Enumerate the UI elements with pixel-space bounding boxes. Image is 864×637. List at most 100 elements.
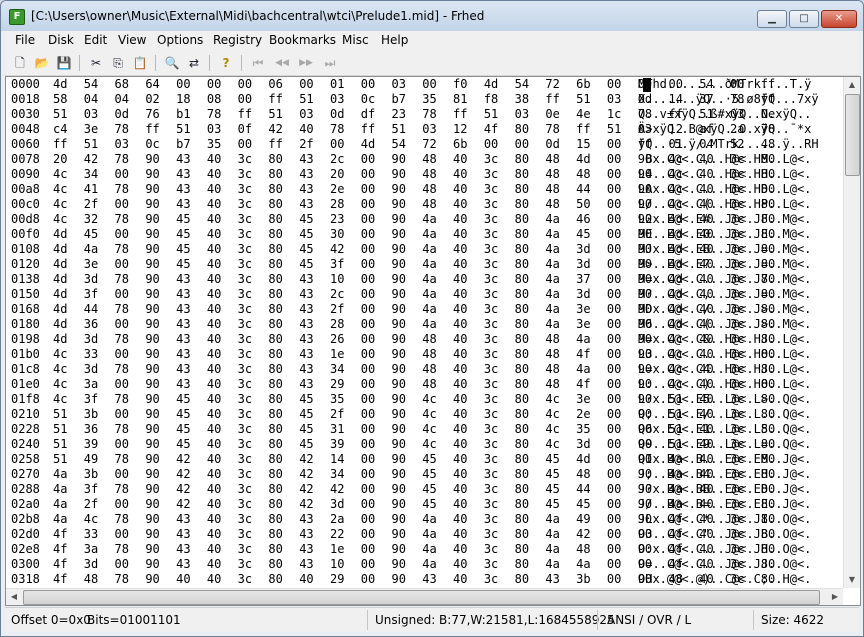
scroll-down-icon[interactable]: ▼ — [844, 572, 860, 588]
hex-bytes[interactable]: 4d 4a 78 90 45 40 3c 80 45 42 00 90 4a 4… — [53, 242, 775, 257]
ascii-text[interactable]: M=x.C@<.C...J@<.J7..M@<. — [638, 272, 838, 287]
ascii-text[interactable]: J?x.B@<.BB..E@<.ED..J@<. — [638, 482, 838, 497]
hex-line[interactable]: 0270 4a 3b 00 90 42 40 3c 80 42 34 00 90 … — [11, 467, 838, 482]
ascii-text[interactable]: Q;..E@<.E/..L@<.L...Q@<. — [638, 407, 838, 422]
maximize-button[interactable]: □ — [789, 10, 819, 28]
vertical-scrollbar[interactable]: ▲ ▼ — [843, 77, 860, 588]
hex-bytes[interactable]: 4a 4c 78 90 43 40 3c 80 43 2a 00 90 4a 4… — [53, 512, 775, 527]
hex-line[interactable]: 0108 4d 4a 78 90 45 40 3c 80 45 42 00 90 … — [11, 242, 838, 257]
hex-editor-view[interactable]: 0000 4d 54 68 64 00 00 00 06 00 01 00 03 … — [5, 76, 861, 606]
new-file-icon[interactable]: 🗋 — [11, 54, 29, 72]
ascii-text[interactable]: ME..E@<.E0..J@<.JE..M@<. — [638, 227, 838, 242]
hex-line[interactable]: 01b0 4c 33 00 90 43 40 3c 80 43 1e 00 90 … — [11, 347, 838, 362]
ascii-text[interactable]: MJx.E@<.EB..J@<.J=..M@<. — [638, 242, 838, 257]
ascii-text[interactable]: L4..C@<.C ..H@<.HH..L@<. — [638, 167, 838, 182]
find-icon[interactable]: 🔍 — [163, 54, 181, 72]
menu-bookmarks[interactable]: Bookmarks — [269, 33, 336, 47]
hex-bytes[interactable]: 4c 34 00 90 43 40 3c 80 43 20 00 90 48 4… — [53, 167, 775, 182]
hex-line[interactable]: 02e8 4f 3a 78 90 43 40 3c 80 43 1e 00 90 … — [11, 542, 838, 557]
save-icon[interactable]: 💾 — [55, 54, 73, 72]
ascii-text[interactable]: L3..C@<.C...H@<.HO..L@<. — [638, 347, 838, 362]
hex-line[interactable]: 0198 4d 3d 78 90 43 40 3c 80 43 26 00 90 … — [11, 332, 838, 347]
hex-line[interactable]: 0048 c4 3e 78 ff 51 03 0f 42 40 78 ff 51 … — [11, 122, 838, 137]
hex-bytes[interactable]: ff 51 03 0c b7 35 00 ff 2f 00 4d 54 72 6… — [53, 137, 775, 152]
hex-line[interactable]: 0300 4f 3d 00 90 43 40 3c 80 43 10 00 90 … — [11, 557, 838, 572]
menu-misc[interactable]: Misc — [342, 33, 369, 47]
hex-bytes[interactable]: 4f 48 78 90 40 40 3c 80 40 29 00 90 43 4… — [53, 572, 775, 587]
menu-disk[interactable]: Disk — [48, 33, 74, 47]
hex-line[interactable]: 0258 51 49 78 90 42 40 3c 80 42 14 00 90 … — [11, 452, 838, 467]
ascii-text[interactable]: JLx.C@<.C*..J@<.JI..O@<. — [638, 512, 838, 527]
hex-line[interactable]: 0060 ff 51 03 0c b7 35 00 ff 2f 00 4d 54 … — [11, 137, 838, 152]
ascii-text[interactable]: OHx.@@<.@)..C@<.C;..H@<. — [638, 572, 838, 587]
hex-bytes[interactable]: 4a 2f 00 90 42 40 3c 80 42 3d 00 90 45 4… — [53, 497, 775, 512]
hex-line[interactable]: 01c8 4c 3d 78 90 43 40 3c 80 43 34 00 90 … — [11, 362, 838, 377]
hex-line[interactable]: 02b8 4a 4c 78 90 43 40 3c 80 43 2a 00 90 … — [11, 512, 838, 527]
hex-line[interactable]: 0138 4d 3d 78 90 43 40 3c 80 43 10 00 90 … — [11, 272, 838, 287]
previous-bookmark-icon[interactable]: ◀◀ — [273, 54, 291, 72]
copy-icon[interactable]: ⎘ — [109, 54, 127, 72]
ascii-text[interactable]: L2x.E@<.E#..J@<.JF..M@<. — [638, 212, 838, 227]
hex-line[interactable]: 0210 51 3b 00 90 45 40 3c 80 45 2f 00 90 … — [11, 407, 838, 422]
hex-line[interactable]: 0000 4d 54 68 64 00 00 00 06 00 01 00 03 … — [11, 77, 838, 92]
title-bar[interactable]: F [C:\Users\owner\Music\External\Midi\ba… — [1, 1, 863, 31]
hex-bytes[interactable]: 4d 54 68 64 00 00 00 06 00 01 00 03 00 f… — [53, 77, 775, 92]
hex-line[interactable]: 0120 4d 3e 00 90 45 40 3c 80 45 3f 00 90 … — [11, 257, 838, 272]
hex-line[interactable]: 0078 20 42 78 90 43 40 3c 80 43 2c 00 90 … — [11, 152, 838, 167]
hex-line[interactable]: 02a0 4a 2f 00 90 42 40 3c 80 42 3d 00 90 … — [11, 497, 838, 512]
ascii-text[interactable]: X.......ÿQ..·5.ø8ÿQ...7xÿ — [638, 92, 838, 107]
hex-line[interactable]: 01f8 4c 3f 78 90 45 40 3c 80 45 35 00 90 … — [11, 392, 838, 407]
hex-line[interactable]: 0018 58 04 04 02 18 08 00 ff 51 03 0c b7 … — [11, 92, 838, 107]
menu-edit[interactable]: Edit — [84, 33, 107, 47]
ascii-text[interactable]: QIx.B@<.B...E@<.EM..J@<. — [638, 452, 838, 467]
first-bookmark-icon[interactable]: ⏮ — [249, 54, 267, 72]
hex-bytes[interactable]: 51 03 0d 76 b1 78 ff 51 03 0d df 23 78 f… — [53, 107, 775, 122]
ascii-text[interactable]: MDx.C@<.C/..J@<.J>..M@<. — [638, 302, 838, 317]
hex-bytes[interactable]: 51 3b 00 90 45 40 3c 80 45 2f 00 90 4c 4… — [53, 407, 775, 422]
ascii-text[interactable]: M=x.C@<.C&..H@<.HJ..L@<. — [638, 332, 838, 347]
last-bookmark-icon[interactable]: ⏭ — [321, 54, 339, 72]
hex-line[interactable]: 01e0 4c 3a 00 90 43 40 3c 80 43 29 00 90 … — [11, 377, 838, 392]
cut-icon[interactable]: ✂ — [87, 54, 105, 72]
hex-line[interactable]: 0180 4d 36 00 90 43 40 3c 80 43 28 00 90 … — [11, 317, 838, 332]
hex-bytes[interactable]: 4d 36 00 90 43 40 3c 80 43 28 00 90 4a 4… — [53, 317, 775, 332]
hex-line[interactable]: 0240 51 39 00 90 45 40 3c 80 45 39 00 90 … — [11, 437, 838, 452]
hex-line[interactable]: 0288 4a 3f 78 90 42 40 3c 80 42 42 00 90 … — [11, 482, 838, 497]
open-folder-icon[interactable]: 📂 — [33, 54, 51, 72]
hex-line[interactable]: 0090 4c 34 00 90 43 40 3c 80 43 20 00 90 … — [11, 167, 838, 182]
hex-bytes[interactable]: 51 39 00 90 45 40 3c 80 45 39 00 90 4c 4… — [53, 437, 775, 452]
hex-bytes[interactable]: 4c 32 78 90 45 40 3c 80 45 23 00 90 4a 4… — [53, 212, 775, 227]
hex-line[interactable]: 00d8 4c 32 78 90 45 40 3c 80 45 23 00 90 … — [11, 212, 838, 227]
hex-bytes[interactable]: 4c 33 00 90 43 40 3c 80 43 1e 00 90 48 4… — [53, 347, 775, 362]
frhed-app-icon[interactable]: F — [9, 9, 25, 25]
ascii-text[interactable]: L?x.E@<.E5..L@<.L>..Q@<. — [638, 392, 838, 407]
vertical-scroll-thumb[interactable] — [845, 94, 860, 176]
hex-bytes[interactable]: 51 36 78 90 45 40 3c 80 45 31 00 90 4c 4… — [53, 422, 775, 437]
ascii-text[interactable]: MThd........ðMTrk....T.ÿ — [638, 77, 838, 92]
hex-bytes[interactable]: 4d 3f 00 90 43 40 3c 80 43 2c 00 90 4a 4… — [53, 287, 775, 302]
hex-bytes[interactable]: 4c 3f 78 90 45 40 3c 80 45 35 00 90 4c 4… — [53, 392, 775, 407]
hex-bytes[interactable]: 4a 3b 00 90 42 40 3c 80 42 34 00 90 45 4… — [53, 467, 775, 482]
hex-line[interactable]: 0150 4d 3f 00 90 43 40 3c 80 43 2c 00 90 … — [11, 287, 838, 302]
hex-bytes[interactable]: 4d 3e 00 90 45 40 3c 80 45 3f 00 90 4a 4… — [53, 257, 775, 272]
menu-registry[interactable]: Registry — [213, 33, 262, 47]
hex-line[interactable]: 0318 4f 48 78 90 40 40 3c 80 40 29 00 90 … — [11, 572, 838, 587]
menu-options[interactable]: Options — [157, 33, 203, 47]
menu-view[interactable]: View — [118, 33, 146, 47]
hex-bytes[interactable]: c4 3e 78 ff 51 03 0f 42 40 78 ff 51 03 1… — [53, 122, 775, 137]
ascii-text[interactable]: J;..B@<.B4..E@<.EH..J@<. — [638, 467, 838, 482]
scroll-right-icon[interactable]: ▶ — [827, 589, 843, 605]
menu-help[interactable]: Help — [381, 33, 408, 47]
ascii-text[interactable]: O=..C@<.C...J@<.JJ..O@<. — [638, 557, 838, 572]
hex-bytes[interactable]: 51 49 78 90 42 40 3c 80 42 14 00 90 45 4… — [53, 452, 775, 467]
ascii-text[interactable]: L/..C@<.C(..H@<.HP..L@<. — [638, 197, 838, 212]
hex-bytes[interactable]: 4c 3a 00 90 43 40 3c 80 43 29 00 90 48 4… — [53, 377, 775, 392]
hex-bytes[interactable]: 58 04 04 02 18 08 00 ff 51 03 0c b7 35 8… — [53, 92, 775, 107]
hex-bytes[interactable]: 20 42 78 90 43 40 3c 80 43 2c 00 90 48 4… — [53, 152, 775, 167]
ascii-text[interactable]: Q6x.E@<.E1..L@<.L5..Q@<. — [638, 422, 838, 437]
hex-bytes[interactable]: 4f 33 00 90 43 40 3c 80 43 22 00 90 4a 4… — [53, 527, 775, 542]
close-button[interactable]: ✕ — [821, 10, 857, 28]
hex-bytes[interactable]: 4f 3d 00 90 43 40 3c 80 43 10 00 90 4a 4… — [53, 557, 775, 572]
ascii-text[interactable]: L:..C@<.C)..H@<.HO..L@<. — [638, 377, 838, 392]
hex-line[interactable]: 00f0 4d 45 00 90 45 40 3c 80 45 30 00 90 … — [11, 227, 838, 242]
